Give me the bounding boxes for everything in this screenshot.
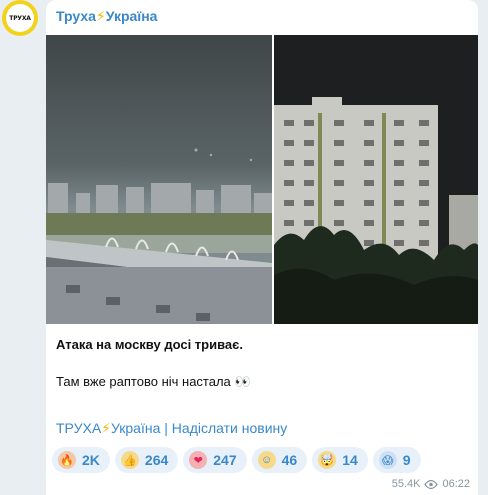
reaction-count: 2K: [82, 452, 100, 468]
heart-icon: ❤: [189, 451, 208, 469]
fire-icon: 🔥: [58, 451, 76, 469]
thumbs-up-icon: 👍: [120, 451, 139, 469]
channel-name-suffix: Україна: [105, 8, 158, 24]
post-body-text: Там вже раптово ніч настала: [56, 374, 231, 389]
reactions-bar: 🔥 2K 👍 264 ❤ 247 ☺ 46 🤯 14 😱 9: [52, 447, 421, 473]
post-text: Атака на москву досі триває. Там вже рап…: [56, 337, 468, 390]
reaction-mind-blown[interactable]: 🤯 14: [312, 447, 368, 473]
channel-link-text: ТРУХА: [56, 420, 102, 436]
reaction-fire[interactable]: 🔥 2K: [52, 447, 110, 473]
mind-blown-icon: 🤯: [318, 451, 337, 469]
post-body: Там вже раптово ніч настала 👀: [56, 374, 468, 390]
screaming-face-icon: 😱: [378, 451, 397, 469]
eye-icon: [424, 479, 439, 489]
reaction-count: 14: [342, 452, 358, 468]
reaction-count: 9: [402, 452, 411, 468]
channel-link-suffix: Україна: [111, 420, 161, 436]
submit-news-link[interactable]: Надіслати новину: [172, 420, 287, 436]
message-time: 06:22: [442, 478, 470, 490]
channel-link[interactable]: ТРУХА⚡Україна: [56, 420, 160, 436]
relieved-face-icon: ☺: [257, 451, 276, 469]
avatar-label: ТРУХА: [6, 4, 34, 32]
reaction-thumbs-up[interactable]: 👍 264: [114, 447, 179, 473]
lightning-icon: ⚡: [95, 8, 106, 24]
photo-album: [46, 35, 478, 324]
reaction-count: 247: [213, 452, 237, 468]
reaction-heart[interactable]: ❤ 247: [183, 447, 247, 473]
reaction-relieved[interactable]: ☺ 46: [251, 447, 308, 473]
eyes-icon: 👀: [234, 374, 251, 389]
view-count: 55.4K: [391, 478, 421, 490]
reaction-count: 46: [281, 452, 298, 468]
channel-avatar[interactable]: ТРУХА: [2, 0, 38, 36]
link-separator: |: [164, 420, 168, 436]
channel-name-text: Труха: [56, 8, 96, 24]
reaction-screaming[interactable]: 😱 9: [372, 447, 421, 473]
photo-city-highway[interactable]: [46, 35, 272, 324]
lightning-icon: ⚡: [101, 420, 111, 436]
post-headline: Атака на москву досі триває.: [56, 337, 243, 352]
channel-name[interactable]: Труха⚡Україна: [56, 8, 157, 25]
reaction-count: 264: [144, 452, 169, 468]
photo-apartment-block[interactable]: [274, 35, 478, 324]
footer-links: ТРУХА⚡Україна | Надіслати новину: [56, 420, 287, 437]
message-bubble: Труха⚡Україна Атака на москву досі трива…: [46, 0, 478, 495]
message-meta: 55.4K 06:22: [392, 478, 470, 490]
